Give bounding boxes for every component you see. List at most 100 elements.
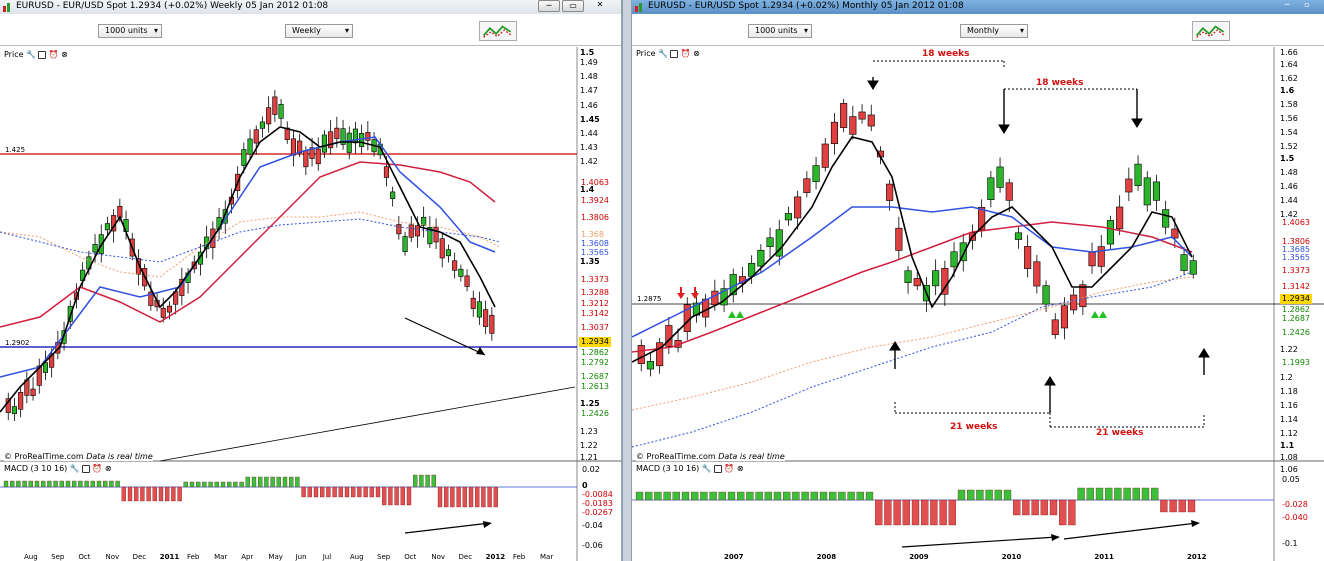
window-icon[interactable] [713, 464, 722, 473]
monthly-chart-window: EURUSD - EUR/USD Spot 1.2934 (+0.02%) Mo… [632, 0, 1324, 561]
macd-bar [96, 480, 102, 488]
period-select[interactable]: Weekly ▾ [285, 24, 353, 38]
window-splitter[interactable] [622, 0, 632, 561]
macd-bar [1049, 499, 1058, 516]
wrench-icon[interactable]: 🔧 [26, 50, 36, 59]
candle-body [886, 183, 894, 201]
time-axis-label: Jul [322, 553, 332, 561]
wrench-icon[interactable]: 🔧 [658, 49, 668, 58]
macd-bar [487, 486, 492, 508]
candle-body [1189, 260, 1197, 275]
restore-button[interactable]: ▭ [562, 0, 584, 12]
alarm-icon[interactable]: ⏰ [49, 50, 59, 59]
candle-body [334, 127, 340, 139]
candle-body [160, 307, 166, 318]
candle-body [253, 129, 259, 144]
candle-body [259, 121, 266, 129]
alarm-icon[interactable]: ⏰ [92, 464, 102, 473]
macd-bar [320, 486, 325, 498]
price-tag: 1.3924 [581, 196, 609, 205]
candle-body [1060, 305, 1069, 329]
candle-body [646, 361, 654, 370]
price-tag: 1.3806 [581, 213, 609, 222]
macd-bar [921, 499, 929, 526]
period-select[interactable]: Monthly ▾ [960, 24, 1028, 38]
macd-bar [829, 491, 837, 501]
macd-bar [34, 480, 40, 488]
candle-body [849, 116, 857, 135]
macd-bar [875, 499, 883, 526]
time-axis-label: 2012 [485, 553, 506, 561]
candle-body [117, 205, 123, 218]
close-circle-icon[interactable]: ⊗ [61, 50, 68, 59]
price-panel-label: Price 🔧 ⏰ ⊗ [4, 50, 68, 59]
close-circle-icon[interactable]: ⊗ [737, 464, 744, 473]
macd-bar [437, 486, 443, 508]
macd-bar [985, 489, 993, 501]
price-tag: 1.3142 [1282, 282, 1310, 291]
macd-bar [1095, 487, 1104, 501]
macd-bar [140, 486, 145, 502]
macd-bar [635, 491, 644, 501]
macd-bar [258, 476, 263, 488]
macd-bar [1068, 499, 1076, 526]
time-axis-label: Dec [132, 553, 147, 561]
wrench-icon[interactable]: 🔧 [70, 464, 80, 473]
macd-bar [146, 486, 151, 502]
candle-body [1152, 181, 1161, 201]
chart-type-icon[interactable] [479, 21, 517, 41]
alarm-icon[interactable]: ⏰ [724, 464, 734, 473]
chart-type-icon[interactable] [1192, 21, 1230, 41]
chevron-down-icon: ▾ [153, 26, 158, 35]
window-icon[interactable] [81, 464, 90, 473]
wrench-icon[interactable]: 🔧 [702, 464, 712, 473]
title-bar[interactable]: EURUSD - EUR/USD Spot 1.2934 (+0.02%) We… [0, 0, 621, 14]
close-circle-icon[interactable]: ⊗ [693, 49, 700, 58]
candle-body [794, 196, 802, 219]
chart-app-icon [3, 3, 10, 12]
alarm-icon[interactable]: ⏰ [681, 49, 691, 58]
macd-bar [28, 480, 33, 488]
units-select[interactable]: 1000 units ▾ [98, 24, 162, 38]
minimize-button[interactable]: ─ [538, 0, 560, 12]
macd-bar [783, 491, 791, 501]
chevron-down-icon: ▾ [344, 26, 349, 35]
macd-bar [1077, 487, 1085, 501]
macd-bar [838, 491, 846, 501]
macd-bar [78, 480, 83, 488]
window-icon[interactable] [38, 50, 47, 59]
macd-bar [450, 486, 455, 508]
macd-bar [313, 486, 319, 498]
macd-bar [208, 481, 213, 488]
candle-body [950, 251, 958, 268]
weekly-chart-canvas [0, 47, 621, 561]
chart-toolbar: 1000 units ▾ Monthly ▾ [632, 14, 1324, 46]
window-icon[interactable] [670, 49, 679, 58]
macd-bar [3, 480, 9, 488]
title-bar[interactable]: EURUSD - EUR/USD Spot 1.2934 (+0.02%) Mo… [632, 0, 1324, 14]
restore-button[interactable]: ▫ [1296, 0, 1318, 12]
candle-body [247, 138, 253, 155]
macd-bar [134, 486, 139, 502]
price-tag: 1.4063 [1282, 218, 1310, 227]
macd-bar [363, 486, 368, 498]
time-axis-label: Apr [241, 553, 254, 561]
candle-body [1033, 261, 1041, 287]
candle-body [290, 138, 297, 156]
window-title: EURUSD - EUR/USD Spot 1.2934 (+0.02%) We… [16, 1, 329, 11]
time-axis-label: Oct [404, 553, 417, 561]
time-axis-label: 2012 [1187, 553, 1207, 561]
units-select[interactable]: 1000 units ▾ [748, 24, 812, 38]
macd-bar [425, 474, 430, 488]
minimize-button[interactable]: ─ [1276, 0, 1298, 12]
macd-panel-label: MACD (3 10 16) 🔧 ⏰ ⊗ [636, 464, 744, 473]
macd-bar [1160, 499, 1168, 513]
time-axis-label: 2010 [1001, 553, 1022, 561]
macd-bar [773, 491, 782, 501]
close-circle-icon[interactable]: ⊗ [105, 464, 112, 473]
close-button[interactable]: ✕ [589, 0, 611, 12]
macd-bar [84, 480, 89, 488]
macd-bar [233, 481, 238, 488]
candle-body [1125, 178, 1133, 193]
price-tag: 1.3565 [1282, 253, 1310, 262]
